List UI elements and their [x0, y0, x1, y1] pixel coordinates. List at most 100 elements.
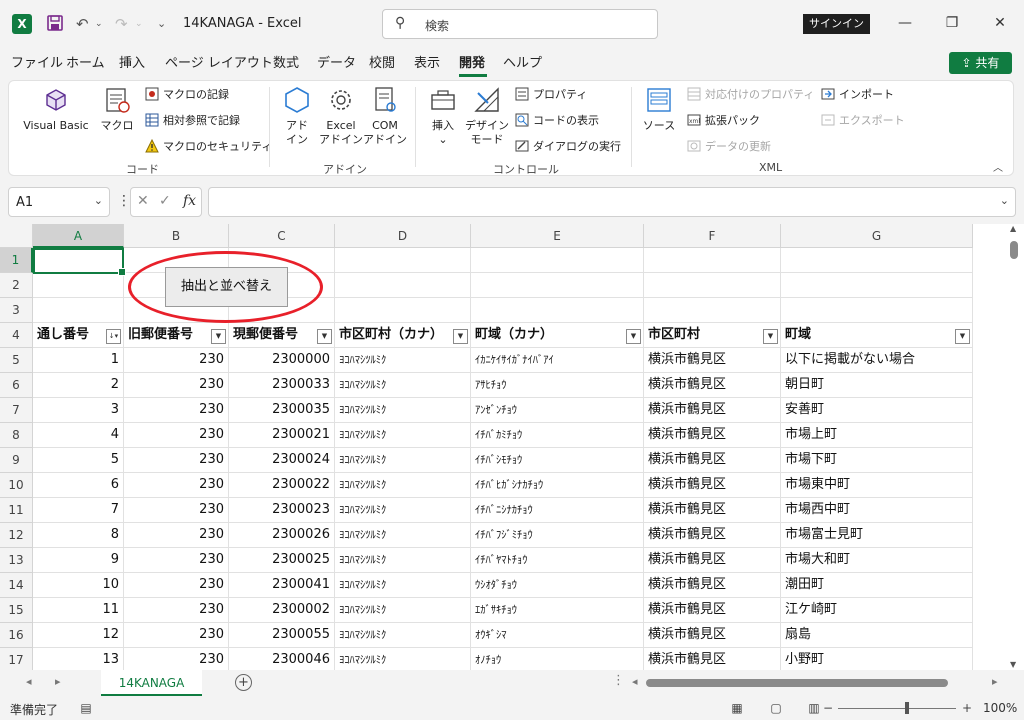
- sort-filter-icon[interactable]: ↓▾: [106, 329, 121, 344]
- table-cell[interactable]: ｳｼｵﾀﾞﾁｮｳ: [471, 573, 644, 598]
- table-header-cell[interactable]: 町域 ▼: [781, 323, 973, 348]
- save-icon[interactable]: [46, 14, 64, 34]
- row-header[interactable]: 7: [0, 398, 33, 423]
- table-cell[interactable]: 横浜市鶴見区: [644, 373, 781, 398]
- table-cell[interactable]: ﾖｺﾊﾏｼﾂﾙﾐｸ: [335, 448, 471, 473]
- table-cell[interactable]: ｲﾁﾊﾞﾔﾏﾄﾁｮｳ: [471, 548, 644, 573]
- table-cell[interactable]: 2300046: [229, 648, 335, 670]
- tab-page-layout[interactable]: ページ レイアウト: [165, 55, 273, 73]
- scroll-thumb[interactable]: [1010, 241, 1018, 259]
- undo-dropdown-icon[interactable]: ⌄: [95, 14, 103, 34]
- table-cell[interactable]: 市場西中町: [781, 498, 973, 523]
- tab-review[interactable]: 校閲: [369, 55, 395, 73]
- scroll-down-icon[interactable]: ▼: [1010, 660, 1016, 669]
- row-header[interactable]: 4: [0, 323, 33, 348]
- table-cell[interactable]: 230: [124, 648, 229, 670]
- filter-dropdown-icon[interactable]: ▼: [317, 329, 332, 344]
- table-cell[interactable]: 横浜市鶴見区: [644, 498, 781, 523]
- empty-cell[interactable]: [781, 248, 973, 273]
- tab-data[interactable]: データ: [317, 55, 356, 73]
- table-cell[interactable]: 2300022: [229, 473, 335, 498]
- table-cell[interactable]: 小野町: [781, 648, 973, 670]
- prev-sheet-icon[interactable]: ◂: [26, 675, 32, 688]
- row-header[interactable]: 5: [0, 348, 33, 373]
- table-cell[interactable]: 230: [124, 473, 229, 498]
- empty-cell[interactable]: [781, 273, 973, 298]
- table-cell[interactable]: 横浜市鶴見区: [644, 398, 781, 423]
- source-button[interactable]: ソース: [639, 85, 679, 133]
- table-cell[interactable]: 230: [124, 523, 229, 548]
- table-cell[interactable]: 2300041: [229, 573, 335, 598]
- add-sheet-icon[interactable]: +: [235, 674, 252, 691]
- table-cell[interactable]: 2300033: [229, 373, 335, 398]
- scroll-thumb[interactable]: [646, 679, 948, 687]
- row-header[interactable]: 15: [0, 598, 33, 623]
- table-header-cell[interactable]: 通し番号 ↓▾: [33, 323, 124, 348]
- table-cell[interactable]: 2300055: [229, 623, 335, 648]
- filter-dropdown-icon[interactable]: ▼: [211, 329, 226, 344]
- table-cell[interactable]: 13: [33, 648, 124, 670]
- tab-formulas[interactable]: 数式: [273, 55, 299, 73]
- expansion-pack-button[interactable]: xml 拡張パック: [687, 113, 760, 129]
- row-header[interactable]: 14: [0, 573, 33, 598]
- horizontal-scrollbar[interactable]: ◂ ▸: [632, 675, 1004, 691]
- zoom-in-button[interactable]: +: [959, 700, 975, 716]
- search-box[interactable]: ⚲ 検索: [382, 9, 658, 39]
- empty-cell[interactable]: [335, 248, 471, 273]
- restore-button[interactable]: ❐: [942, 12, 962, 34]
- table-cell[interactable]: 朝日町: [781, 373, 973, 398]
- table-cell[interactable]: 安善町: [781, 398, 973, 423]
- tab-help[interactable]: ヘルプ: [503, 55, 542, 73]
- normal-view-icon[interactable]: ▦: [729, 700, 745, 716]
- tab-view[interactable]: 表示: [414, 55, 440, 73]
- table-cell[interactable]: ﾖｺﾊﾏｼﾂﾙﾐｸ: [335, 473, 471, 498]
- table-cell[interactable]: 扇島: [781, 623, 973, 648]
- table-cell[interactable]: ｵｳｷﾞｼﾏ: [471, 623, 644, 648]
- table-cell[interactable]: ｲﾁﾊﾞｶﾐﾁｮｳ: [471, 423, 644, 448]
- enter-icon[interactable]: ✓: [159, 193, 171, 209]
- tab-home[interactable]: ホーム: [66, 55, 105, 73]
- table-header-cell[interactable]: 現郵便番号 ▼: [229, 323, 335, 348]
- row-header[interactable]: 17: [0, 648, 33, 670]
- addins-button[interactable]: アド イン: [277, 85, 317, 147]
- table-cell[interactable]: ｲﾁﾊﾞﾌｼﾞﾐﾁｮｳ: [471, 523, 644, 548]
- table-cell[interactable]: 11: [33, 598, 124, 623]
- table-cell[interactable]: ｴｶﾞｻｷﾁｮｳ: [471, 598, 644, 623]
- table-cell[interactable]: 2300024: [229, 448, 335, 473]
- table-cell[interactable]: ﾖｺﾊﾏｼﾂﾙﾐｸ: [335, 373, 471, 398]
- next-sheet-icon[interactable]: ▸: [55, 675, 61, 688]
- table-cell[interactable]: ｲﾁﾊﾞﾆｼﾅｶﾁｮｳ: [471, 498, 644, 523]
- properties-button[interactable]: プロパティ: [515, 87, 587, 103]
- table-cell[interactable]: ｲｶﾆｹｲｻｲｶﾞﾅｲﾊﾞｱｲ: [471, 348, 644, 373]
- accessibility-icon[interactable]: ▤: [78, 700, 94, 716]
- filter-dropdown-icon[interactable]: ▼: [626, 329, 641, 344]
- table-cell[interactable]: ｲﾁﾊﾞｼﾓﾁｮｳ: [471, 448, 644, 473]
- select-all-corner[interactable]: [0, 224, 33, 248]
- filter-dropdown-icon[interactable]: ▼: [763, 329, 778, 344]
- empty-cell[interactable]: [781, 298, 973, 323]
- empty-cell[interactable]: [644, 248, 781, 273]
- empty-cell[interactable]: [644, 273, 781, 298]
- table-cell[interactable]: 230: [124, 348, 229, 373]
- signin-button[interactable]: サインイン: [803, 14, 870, 34]
- close-button[interactable]: ✕: [990, 12, 1010, 34]
- column-header[interactable]: G: [781, 224, 973, 248]
- tab-developer[interactable]: 開発: [459, 55, 485, 73]
- table-cell[interactable]: 230: [124, 598, 229, 623]
- table-cell[interactable]: 横浜市鶴見区: [644, 448, 781, 473]
- scroll-left-icon[interactable]: ◂: [632, 675, 638, 688]
- cancel-icon[interactable]: ✕: [137, 193, 149, 209]
- table-cell[interactable]: 横浜市鶴見区: [644, 548, 781, 573]
- column-header[interactable]: F: [644, 224, 781, 248]
- scroll-up-icon[interactable]: ▲: [1010, 224, 1016, 233]
- table-cell[interactable]: 2300002: [229, 598, 335, 623]
- empty-cell[interactable]: [644, 298, 781, 323]
- tab-file[interactable]: ファイル: [11, 55, 63, 73]
- table-cell[interactable]: ﾖｺﾊﾏｼﾂﾙﾐｸ: [335, 598, 471, 623]
- row-header[interactable]: 11: [0, 498, 33, 523]
- empty-cell[interactable]: [471, 248, 644, 273]
- table-cell[interactable]: 230: [124, 548, 229, 573]
- filter-dropdown-icon[interactable]: ▼: [453, 329, 468, 344]
- table-cell[interactable]: ﾖｺﾊﾏｼﾂﾙﾐｸ: [335, 348, 471, 373]
- table-cell[interactable]: 横浜市鶴見区: [644, 348, 781, 373]
